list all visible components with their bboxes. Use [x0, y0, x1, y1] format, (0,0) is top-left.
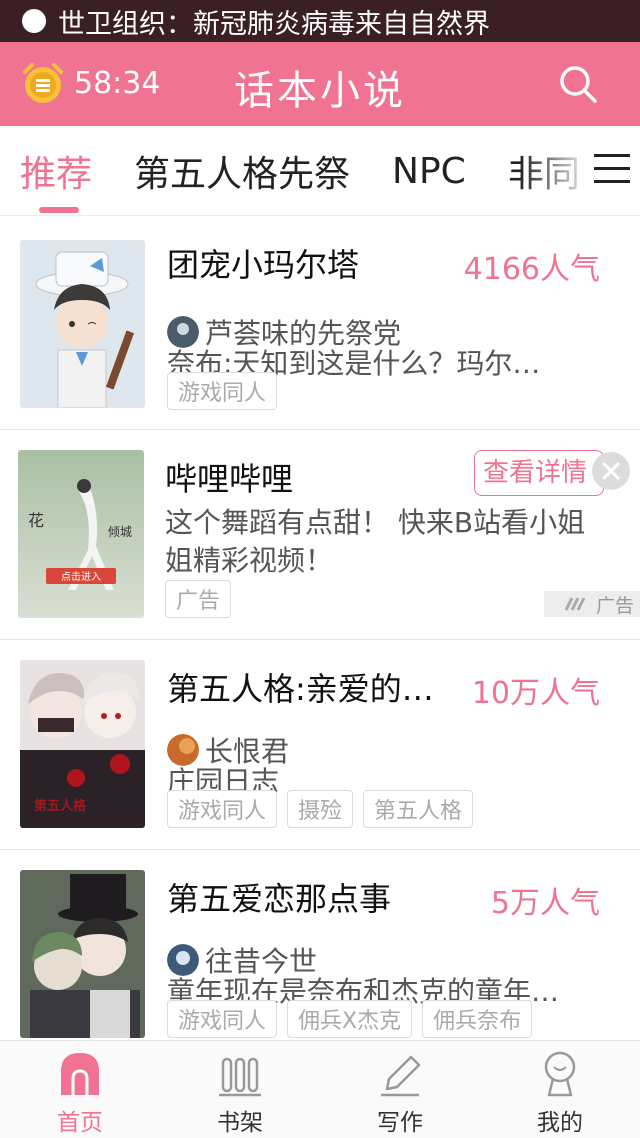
- profile-icon: [544, 1051, 576, 1097]
- nav-bookshelf[interactable]: 书架: [160, 1041, 320, 1138]
- tag-list: 游戏同人 摄殓 第五人格: [167, 790, 483, 828]
- active-tab-indicator: [39, 207, 79, 213]
- nav-profile[interactable]: 我的: [480, 1041, 640, 1138]
- genre-tag[interactable]: 游戏同人: [167, 790, 278, 828]
- ad-tag: 广告: [165, 580, 232, 618]
- tab-recommend[interactable]: 推荐: [20, 145, 92, 197]
- ad-cover-image: 花 倾城 点击进入: [18, 450, 144, 618]
- popularity-count: 4166人气: [463, 252, 600, 287]
- nav-write[interactable]: 写作: [320, 1041, 480, 1138]
- genre-tag[interactable]: 游戏同人: [167, 372, 278, 410]
- ad-tag-list: 广告: [165, 580, 241, 618]
- status-bar: 世卫组织：新冠肺炎病毒来自自然界: [0, 0, 640, 42]
- book-cover-image: 第五人格: [20, 660, 145, 828]
- nav-label: 我的: [537, 1110, 583, 1136]
- view-details-button[interactable]: 查看详情: [474, 450, 604, 496]
- book-card[interactable]: 团宠小玛尔塔 4166人气 芦荟味的先祭党 奈布:天知到这是什么？玛尔… 游戏同…: [0, 216, 640, 430]
- ad-badge-text: 广告: [595, 594, 634, 617]
- ad-network-icon: [564, 597, 586, 611]
- genre-tag[interactable]: 佣兵X杰克: [287, 1000, 413, 1038]
- book-title: 团宠小玛尔塔: [167, 246, 360, 284]
- ad-image-text-1: 花: [28, 511, 44, 530]
- nav-label: 写作: [377, 1110, 423, 1136]
- genre-tag[interactable]: 第五人格: [363, 790, 474, 828]
- app-header: 58:34 话本小说: [0, 42, 640, 126]
- ad-card[interactable]: 花 倾城 点击进入 哔哩哔哩 查看详情 这个舞蹈有点甜！ 快来B站看小姐姐精彩视…: [0, 430, 640, 640]
- book-title: 第五人格:亲爱的…: [167, 670, 434, 708]
- notification-text: 世卫组织：新冠肺炎病毒来自自然界: [58, 8, 490, 40]
- book-cover-image: [20, 240, 145, 408]
- notification-dot-icon: [22, 9, 46, 33]
- tag-list: 游戏同人: [167, 372, 287, 410]
- category-tab-bar: 推荐 第五人格先祭 NPC 非同: [0, 126, 640, 216]
- book-list: 团宠小玛尔塔 4166人气 芦荟味的先祭党 奈布:天知到这是什么？玛尔… 游戏同…: [0, 216, 640, 1040]
- tag-list: 游戏同人 佣兵X杰克 佣兵奈布: [167, 1000, 542, 1038]
- popularity-count: 5万人气: [490, 886, 600, 921]
- nav-label: 首页: [57, 1110, 103, 1136]
- tab-identity-v-priest[interactable]: 第五人格先祭: [134, 145, 350, 197]
- popularity-count: 10万人气: [471, 676, 600, 711]
- tab-npc[interactable]: NPC: [392, 151, 466, 192]
- app-title: 话本小说: [234, 68, 406, 114]
- menu-icon[interactable]: [594, 154, 630, 186]
- search-icon[interactable]: [558, 64, 598, 104]
- book-title: 第五爱恋那点事: [167, 880, 392, 918]
- book-card[interactable]: 第五爱恋那点事 5万人气 往昔今世 童年现在是奈布和杰克的童年… 游戏同人 佣兵…: [0, 850, 640, 1040]
- bookshelf-icon: [219, 1057, 261, 1097]
- ad-description: 这个舞蹈有点甜！ 快来B站看小姐姐精彩视频！: [165, 506, 586, 577]
- genre-tag[interactable]: 摄殓: [287, 790, 354, 828]
- tab-non-human[interactable]: 非同: [508, 145, 580, 197]
- genre-tag[interactable]: 佣兵奈布: [422, 1000, 533, 1038]
- book-cover-image: [20, 870, 145, 1038]
- nav-label: 书架: [217, 1110, 263, 1136]
- ad-image-button-text: 点击进入: [61, 571, 101, 583]
- genre-tag[interactable]: 游戏同人: [167, 1000, 278, 1038]
- svg-text:第五人格: 第五人格: [34, 798, 87, 814]
- pen-icon: [381, 1055, 421, 1097]
- home-icon: [61, 1053, 99, 1095]
- ad-title: 哔哩哔哩: [165, 460, 294, 498]
- nav-home[interactable]: 首页: [0, 1041, 160, 1138]
- ad-image-text-2: 倾城: [108, 525, 132, 539]
- ad-badge: 广告: [543, 591, 640, 617]
- bottom-nav: 首页 书架 写作 我的: [0, 1040, 640, 1138]
- close-ad-icon[interactable]: [592, 452, 630, 490]
- book-card[interactable]: 第五人格 第五人格:亲爱的… 10万人气 长恨君 庄园日志 游戏同人 摄殓 第五…: [0, 640, 640, 850]
